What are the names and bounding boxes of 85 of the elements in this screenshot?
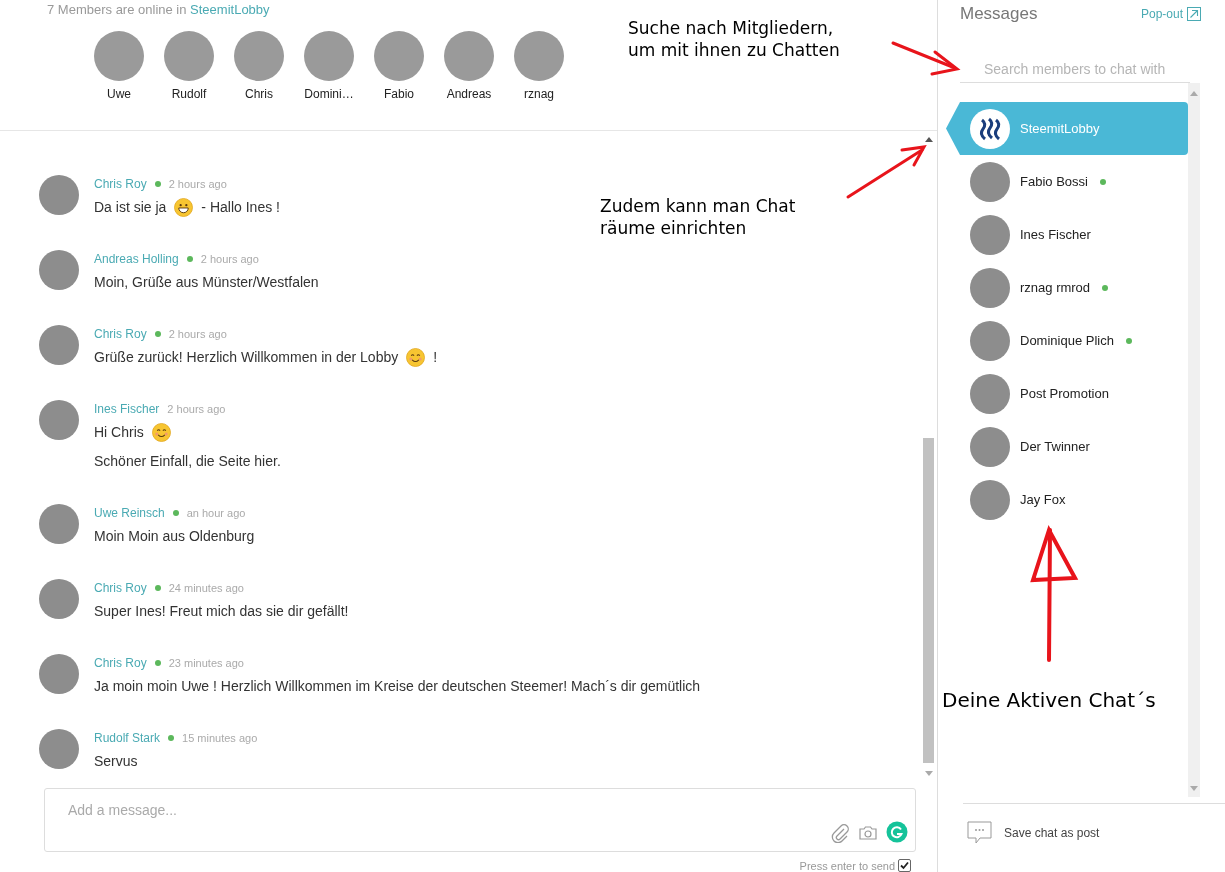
message-text: Moin, Grüße aus Münster/Westfalen bbox=[94, 274, 319, 290]
member-name: Fabio bbox=[384, 87, 414, 101]
avatar-photo bbox=[39, 504, 79, 544]
hand-drawn-arrow bbox=[891, 41, 961, 76]
message-text: Ja moin moin Uwe ! Herzlich Willkommen im Kreise der deutschen Steemer! Mach´s dir gemütlich bbox=[94, 678, 701, 694]
author-link[interactable]: Chris Roy bbox=[94, 327, 147, 341]
author-link[interactable]: Chris Roy bbox=[94, 177, 147, 191]
camera-icon[interactable] bbox=[858, 823, 878, 843]
online-members-text: 7 Members are online in SteemitLobby bbox=[47, 2, 271, 17]
avatar-photo bbox=[39, 400, 79, 440]
avatar-photo[interactable] bbox=[444, 31, 494, 81]
message-field[interactable]: Add a message... bbox=[44, 788, 916, 852]
avatar-photo[interactable] bbox=[514, 31, 564, 81]
avatar-photo[interactable] bbox=[304, 31, 354, 81]
message-text: Super Ines! Freut mich das sie dir gefällt! bbox=[94, 603, 349, 619]
avatar-photo bbox=[39, 175, 79, 215]
author-link[interactable]: Uwe Reinsch bbox=[94, 506, 165, 520]
scrollbar[interactable] bbox=[1188, 83, 1200, 797]
avatar-photo bbox=[970, 267, 1010, 308]
avatar-photo bbox=[970, 161, 1010, 202]
save-chat-button[interactable]: Save chat as post bbox=[1004, 826, 1100, 840]
member-name: Domini… bbox=[304, 87, 354, 101]
messages-title: Messages bbox=[960, 4, 1038, 24]
member-name: Rudolf bbox=[171, 87, 207, 101]
avatar-photo bbox=[39, 250, 79, 290]
message-text: ! bbox=[433, 349, 438, 365]
grinning-face-icon bbox=[174, 197, 194, 217]
member-name: Uwe bbox=[107, 87, 131, 101]
avatar-photo bbox=[970, 479, 1010, 520]
timestamp: 15 minutes ago bbox=[182, 732, 258, 744]
avatar-photo bbox=[39, 579, 79, 619]
avatar-photo bbox=[39, 325, 79, 365]
avatar-photo bbox=[39, 654, 79, 694]
smiling-face-icon bbox=[151, 422, 171, 442]
avatar-photo bbox=[970, 320, 1010, 361]
avatar-photo[interactable] bbox=[164, 31, 214, 81]
annotation-text: Deine Aktiven Chat´s bbox=[942, 689, 1156, 711]
avatar-photo[interactable] bbox=[94, 31, 144, 81]
timestamp: 23 minutes ago bbox=[168, 657, 244, 669]
timestamp: 2 hours ago bbox=[168, 328, 227, 340]
annotation-text: Suche nach Mitgliedern, um mit ihnen zu Chatten bbox=[628, 17, 840, 61]
avatar-photo bbox=[970, 373, 1010, 414]
avatar-photo[interactable] bbox=[374, 31, 424, 81]
chat-list-item[interactable]: Ines Fischer bbox=[960, 208, 1188, 261]
avatar-photo bbox=[970, 214, 1010, 255]
chat-list-item[interactable]: rznag rmrod bbox=[960, 261, 1188, 314]
chat-list-item[interactable]: SteemitLobby bbox=[946, 102, 1188, 155]
chat-list-item[interactable]: Fabio Bossi bbox=[960, 155, 1188, 208]
annotation-text: Zudem kann man Chat räume einrichten bbox=[600, 195, 796, 239]
send-hint: Press enter to send bbox=[799, 859, 895, 872]
chat-list-item[interactable]: Jay Fox bbox=[960, 473, 1188, 526]
member-name: rznag bbox=[524, 87, 554, 101]
paperclip-icon[interactable] bbox=[830, 823, 850, 843]
timestamp: 24 minutes ago bbox=[168, 582, 244, 594]
author-link[interactable]: Andreas Holling bbox=[94, 252, 179, 266]
avatar-photo bbox=[39, 729, 79, 769]
chat-list-item[interactable]: Dominique Plich bbox=[960, 314, 1188, 367]
message-text: Da ist sie ja bbox=[94, 199, 167, 215]
avatar-photo bbox=[970, 426, 1010, 467]
message-text: Moin Moin aus Oldenburg bbox=[94, 528, 255, 544]
timestamp: 2 hours ago bbox=[168, 178, 227, 190]
external-link-icon[interactable] bbox=[1187, 7, 1201, 21]
timestamp: 2 hours ago bbox=[167, 403, 226, 415]
message-text: Servus bbox=[94, 753, 138, 769]
wave-logo-icon bbox=[970, 108, 1010, 149]
timestamp: 2 hours ago bbox=[200, 253, 259, 265]
chat-list-item[interactable]: Der Twinner bbox=[960, 420, 1188, 473]
chat-list-item[interactable]: Post Promotion bbox=[960, 367, 1188, 420]
author-link[interactable]: Ines Fischer bbox=[94, 402, 160, 416]
author-link[interactable]: Chris Roy bbox=[94, 656, 147, 670]
member-name: Chris bbox=[245, 87, 273, 101]
message-text: Grüße zurück! Herzlich Willkommen in der Lobby bbox=[94, 349, 399, 365]
popout-link[interactable]: Pop-out bbox=[1140, 7, 1201, 21]
timestamp: an hour ago bbox=[186, 507, 246, 519]
author-link[interactable]: Chris Roy bbox=[94, 581, 147, 595]
room-link[interactable]: SteemitLobby bbox=[190, 2, 270, 17]
smiling-face-icon bbox=[406, 347, 426, 367]
message-text: Schöner Einfall, die Seite hier. bbox=[94, 453, 281, 469]
message-text: Hi Chris bbox=[94, 424, 144, 440]
author-link[interactable]: Rudolf Stark bbox=[94, 731, 161, 745]
speech-bubble-icon bbox=[967, 821, 992, 845]
message-text: - Hallo Ines ! bbox=[201, 199, 280, 215]
avatar-photo[interactable] bbox=[234, 31, 284, 81]
member-name: Andreas bbox=[446, 87, 492, 101]
enter-to-send-checkbox[interactable] bbox=[898, 859, 911, 872]
